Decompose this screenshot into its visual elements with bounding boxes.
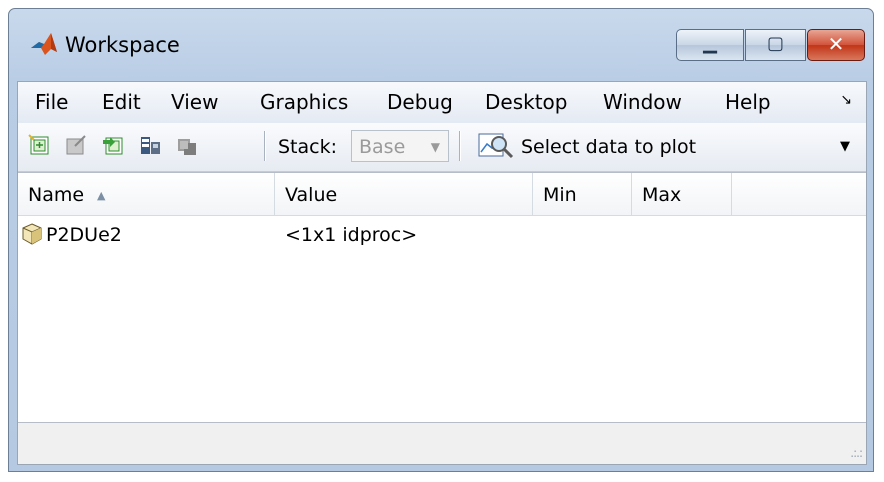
table-row[interactable]: P2DUe2 <1x1 idproc>: [18, 216, 866, 252]
column-header-label: Min: [543, 184, 577, 206]
window-title: Workspace: [65, 33, 180, 57]
menu-help[interactable]: Help: [725, 90, 771, 114]
close-icon: ✕: [827, 32, 845, 56]
column-header-label: Name: [28, 184, 85, 206]
table-header: Name ▲ Value Min Max: [18, 173, 866, 216]
menu-graphics[interactable]: Graphics: [260, 90, 348, 114]
stack-value: Base: [359, 136, 406, 158]
menu-edit[interactable]: Edit: [102, 90, 141, 114]
plot-selector-label: Select data to plot: [521, 136, 697, 158]
close-button[interactable]: ✕: [807, 29, 865, 61]
menu-file[interactable]: File: [35, 90, 68, 114]
column-header-label: Value: [285, 184, 338, 206]
minimize-button[interactable]: ▁: [676, 29, 744, 61]
matlab-logo-icon: [31, 33, 57, 55]
variable-value: <1x1 idproc>: [285, 224, 418, 246]
open-variable-icon[interactable]: [65, 134, 87, 156]
toolbar-separator: [264, 131, 265, 161]
menu-window[interactable]: Window: [603, 90, 682, 114]
resize-grip-icon[interactable]: .:.:: [850, 446, 863, 460]
status-bar: .:.:: [18, 424, 866, 464]
column-header-value[interactable]: Value: [275, 173, 533, 215]
workspace-window: Workspace ▁ ▢ ✕ File Edit View Graphics …: [8, 8, 874, 472]
minimize-icon: ▁: [703, 33, 717, 54]
variables-table: Name ▲ Value Min Max P2DUe2 <1x1 idproc>: [18, 172, 866, 423]
column-header-max[interactable]: Max: [632, 173, 732, 215]
plot-selector[interactable]: Select data to plot ▼: [469, 128, 860, 164]
menu-bar: File Edit View Graphics Debug Desktop Wi…: [18, 82, 866, 123]
chevron-down-icon: ▼: [840, 139, 850, 154]
menu-view[interactable]: View: [171, 90, 218, 114]
column-header-min[interactable]: Min: [533, 173, 632, 215]
toolbar-separator: [459, 131, 460, 161]
column-header-label: Max: [642, 184, 682, 206]
object-cube-icon: [22, 223, 42, 245]
chevron-down-icon: ▼: [430, 140, 440, 154]
stack-dropdown[interactable]: Base ▼: [351, 130, 449, 162]
plot-magnifier-icon: [478, 133, 514, 159]
import-data-icon[interactable]: [102, 134, 124, 156]
column-header-name[interactable]: Name ▲: [18, 173, 275, 215]
sort-ascending-icon: ▲: [97, 189, 106, 202]
title-bar[interactable]: Workspace ▁ ▢ ✕: [9, 9, 873, 81]
delete-variable-icon[interactable]: [176, 134, 198, 156]
variable-name: P2DUe2: [46, 224, 122, 246]
menu-debug[interactable]: Debug: [387, 90, 453, 114]
new-variable-icon[interactable]: [28, 134, 50, 156]
maximize-icon: ▢: [766, 33, 784, 54]
undock-arrow-icon[interactable]: ↘: [840, 92, 852, 108]
maximize-button[interactable]: ▢: [745, 29, 806, 61]
workspace-panel: File Edit View Graphics Debug Desktop Wi…: [17, 81, 867, 465]
menu-desktop[interactable]: Desktop: [485, 90, 567, 114]
toolbar: Stack: Base ▼ Select data to plot ▼: [18, 123, 866, 172]
stack-label: Stack:: [278, 136, 338, 158]
save-workspace-icon[interactable]: [139, 134, 161, 156]
